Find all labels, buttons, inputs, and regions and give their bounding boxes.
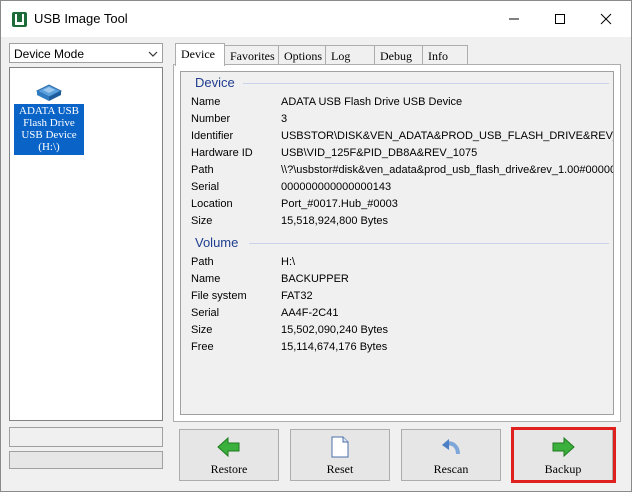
rescan-button[interactable]: Rescan	[401, 429, 501, 481]
window-title: USB Image Tool	[34, 11, 128, 26]
status-field	[9, 427, 163, 447]
device-serial-label: Serial	[191, 181, 220, 193]
restore-button[interactable]: Restore	[179, 429, 279, 481]
tab-debug[interactable]: Debug	[374, 45, 423, 64]
device-number-value: 3	[281, 113, 288, 125]
mode-select[interactable]: Device Mode	[9, 43, 163, 63]
tab-favorites[interactable]: Favorites	[224, 45, 279, 64]
volume-serial-label: Serial	[191, 307, 220, 319]
tab-options[interactable]: Options	[278, 45, 326, 64]
chevron-down-icon	[148, 49, 158, 61]
device-hardware-id-label: Hardware ID	[191, 147, 253, 159]
usb-image-tool-app-icon	[12, 12, 27, 27]
volume-group-title: Volume	[195, 235, 239, 250]
device-name-value: ADATA USB Flash Drive USB Device	[281, 96, 463, 108]
title-bar: USB Image Tool	[1, 1, 631, 37]
device-path-label: Path	[191, 164, 214, 176]
device-tab-panel: Device Name ADATA USB Flash Drive USB De…	[173, 64, 621, 422]
volume-filesystem-value: FAT32	[281, 290, 313, 302]
device-label-line: USB Device	[21, 129, 77, 141]
close-icon	[600, 13, 612, 25]
progress-bar	[9, 451, 163, 469]
volume-free-value: 15,114,674,176 Bytes	[281, 341, 388, 353]
volume-name-label: Name	[191, 273, 221, 285]
device-label-line: Flash Drive	[23, 117, 75, 129]
device-identifier-label: Identifier	[191, 130, 234, 142]
backup-highlight-frame	[511, 427, 616, 483]
group-divider	[243, 83, 609, 84]
app-window: USB Image Tool Device Mode ADATA USB Fla…	[0, 0, 632, 492]
volume-filesystem-label: File system	[191, 290, 247, 302]
device-label-line: ADATA USB	[19, 105, 79, 117]
rescan-arrow-icon	[402, 436, 500, 458]
device-size-value: 15,518,924,800 Bytes	[281, 215, 389, 227]
volume-serial-value: AA4F-2C41	[281, 307, 339, 319]
reset-button[interactable]: Reset	[290, 429, 390, 481]
tab-device[interactable]: Device	[175, 43, 225, 66]
mode-select-value: Device Mode	[14, 47, 85, 61]
volume-size-label: Size	[191, 324, 213, 336]
maximize-button[interactable]	[537, 1, 583, 37]
device-number-label: Number	[191, 113, 231, 125]
device-size-label: Size	[191, 215, 213, 227]
arrow-left-icon	[180, 436, 278, 458]
volume-size-value: 15,502,090,240 Bytes	[281, 324, 389, 336]
device-info-area: Device Name ADATA USB Flash Drive USB De…	[180, 71, 614, 415]
document-icon	[291, 436, 389, 458]
device-list: ADATA USB Flash Drive USB Device (H:\)	[9, 67, 163, 421]
device-hardware-id-value: USB\VID_125F&PID_DB8A&REV_1075	[281, 147, 478, 159]
close-button[interactable]	[583, 1, 629, 37]
device-path-value: \\?\usbstor#disk&ven_adata&prod_usb_flas…	[281, 164, 614, 176]
restore-label: Restore	[210, 462, 248, 476]
tab-info[interactable]: Info	[422, 45, 468, 64]
volume-path-label: Path	[191, 256, 214, 268]
minimize-button[interactable]	[491, 1, 537, 37]
volume-free-label: Free	[191, 341, 214, 353]
device-location-value: Port_#0017.Hub_#0003	[281, 198, 398, 210]
group-divider	[249, 243, 609, 244]
maximize-icon	[554, 13, 566, 25]
device-label: ADATA USB Flash Drive USB Device (H:\)	[14, 104, 84, 155]
device-group-title: Device	[195, 75, 235, 90]
device-label-line: (H:\)	[38, 141, 60, 153]
volume-path-value: H:\	[281, 256, 296, 268]
device-identifier-value: USBSTOR\DISK&VEN_ADATA&PROD_USB_FLASH_DR…	[281, 130, 614, 142]
rescan-label: Rescan	[433, 462, 469, 476]
device-name-label: Name	[191, 96, 221, 108]
device-serial-value: 000000000000000143	[281, 181, 392, 193]
device-location-label: Location	[191, 198, 233, 210]
volume-name-value: BACKUPPER	[281, 273, 349, 285]
tab-log[interactable]: Log	[325, 45, 375, 64]
usb-drive-icon	[35, 82, 63, 105]
minimize-icon	[508, 13, 520, 25]
reset-label: Reset	[326, 462, 354, 476]
